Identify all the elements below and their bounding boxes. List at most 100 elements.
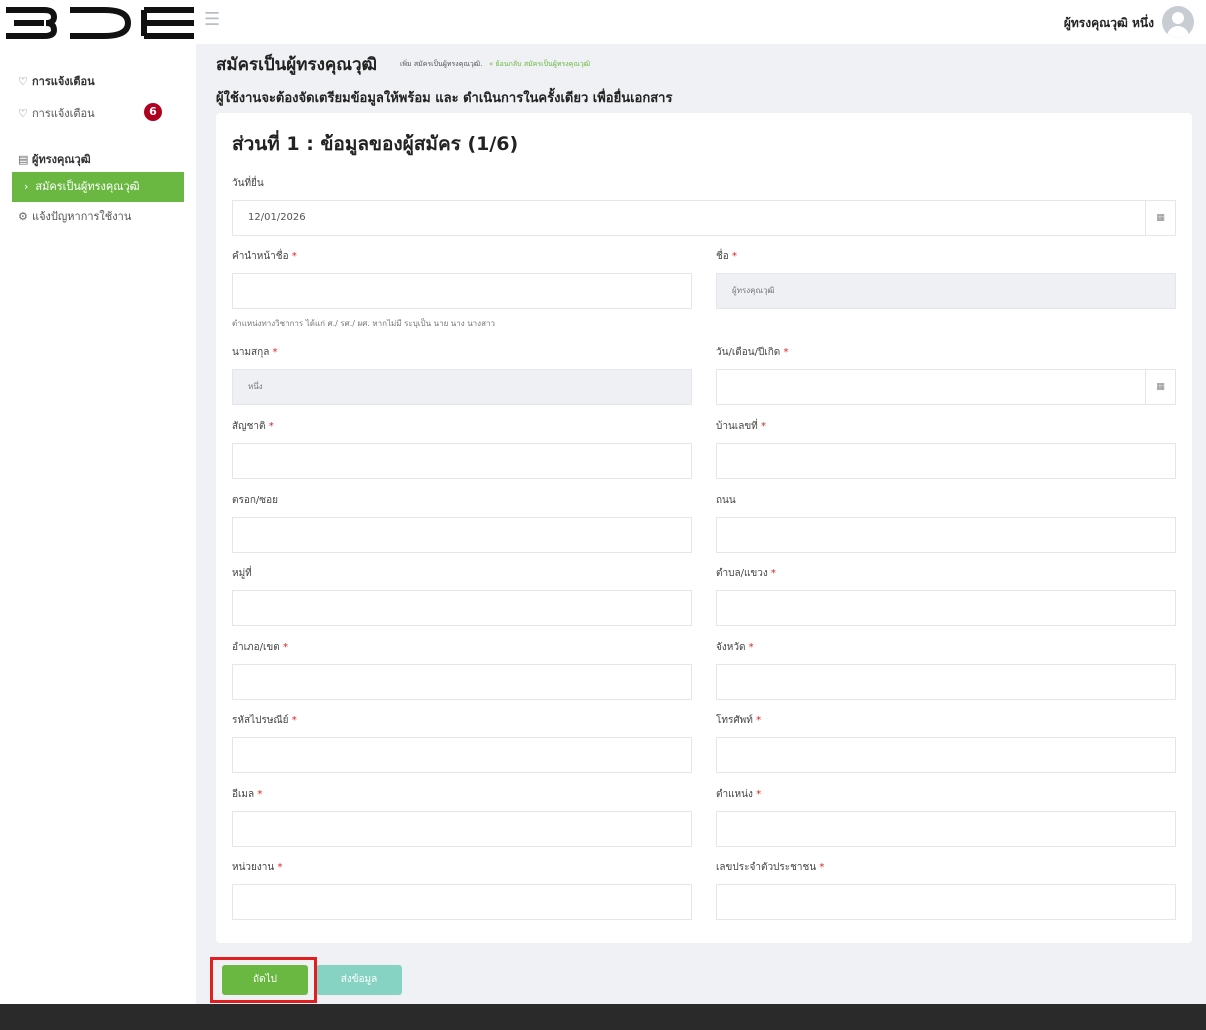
sidebar: ♡ การแจ้งเตือน ♡ การแจ้งเตือน 6 ▤ ผู้ทรงคุณ… xyxy=(0,44,196,1004)
field-label-text: โทรศัพท์ xyxy=(716,715,753,726)
sidebar-item-notifications[interactable]: ♡ การแจ้งเตือน xyxy=(18,104,95,122)
hamburger-icon[interactable]: ☰ xyxy=(204,10,220,30)
required-mark: * xyxy=(756,715,762,726)
field-label-text: คำนำหน้าชื่อ xyxy=(232,251,289,262)
alley-field[interactable] xyxy=(232,517,692,553)
organization-field[interactable] xyxy=(232,884,692,920)
field-label-text: จังหวัด xyxy=(716,642,746,653)
district-field[interactable] xyxy=(232,664,692,700)
required-mark: * xyxy=(731,251,737,262)
field-label-text: วัน/เดือน/ปีเกิด xyxy=(716,347,781,358)
document-icon: ▤ xyxy=(18,153,29,166)
field-label-text: อีเมล xyxy=(232,789,255,800)
top-bar: ☰ ผู้ทรงคุณวุฒิ หนึ่ง xyxy=(0,0,1206,44)
page-subtitle: ผู้ใช้งานจะต้องจัดเตรียมข้อมูลให้พร้อม แ… xyxy=(216,91,673,106)
required-mark: * xyxy=(291,251,297,262)
required-mark: * xyxy=(819,862,825,873)
sidebar-item-report-problem[interactable]: ⚙ แจ้งปัญหาการใช้งาน xyxy=(18,207,131,225)
citizen-id-label: เลขประจำตัวประชาชน * xyxy=(716,860,824,875)
required-mark: * xyxy=(291,715,297,726)
first-name-label: ชื่อ * xyxy=(716,249,737,264)
submit-date-label: วันที่ยื่น xyxy=(232,176,264,191)
field-label-text: วันที่ยื่น xyxy=(232,178,264,189)
nationality-label: สัญชาติ * xyxy=(232,419,274,434)
postal-code-field[interactable] xyxy=(232,737,692,773)
position-label: ตำแหน่ง * xyxy=(716,787,761,802)
gear-icon: ⚙ xyxy=(18,210,28,223)
sidebar-item-label: การแจ้งเตือน xyxy=(32,107,95,120)
sidebar-item-label: แจ้งปัญหาการใช้งาน xyxy=(32,210,132,223)
sidebar-item-label: สมัครเป็นผู้ทรงคุณวุฒิ xyxy=(35,180,140,193)
field-label-text: นามสกุล xyxy=(232,347,270,358)
avatar-body xyxy=(1167,26,1189,38)
bell-icon: ♡ xyxy=(18,107,28,120)
page-title: สมัครเป็นผู้ทรงคุณวุฒิ xyxy=(216,55,377,75)
avatar-head xyxy=(1172,12,1184,24)
field-label-text: หน่วยงาน xyxy=(232,862,275,873)
village-no-field[interactable] xyxy=(232,590,692,626)
submit-button[interactable]: ส่งข้อมูล xyxy=(316,965,402,995)
calendar-icon[interactable]: ▦ xyxy=(1145,370,1175,404)
sidebar-section-notifications: ♡ การแจ้งเตือน xyxy=(18,72,95,90)
required-mark: * xyxy=(268,421,274,432)
form-card: ส่วนที่ 1 : ข้อมูลของผู้สมัคร (1/6) วันท… xyxy=(216,113,1192,943)
breadcrumb: เพิ่ม สมัครเป็นผู้ทรงคุณวุฒิ. « ย้อนกลับ… xyxy=(400,59,590,70)
field-label-text: ตรอก/ซอย xyxy=(232,495,278,506)
province-field[interactable] xyxy=(716,664,1176,700)
prefix-hint: ตำแหน่งทางวิชาการ ได้แก่ ศ./ รศ./ ผศ. หา… xyxy=(232,319,495,328)
highlight-box xyxy=(210,957,317,1003)
field-label-text: ตำแหน่ง xyxy=(716,789,753,800)
subdistrict-field[interactable] xyxy=(716,590,1176,626)
field-value: หนึ่ง xyxy=(248,382,263,391)
district-label: อำเภอ/เขต * xyxy=(232,640,288,655)
phone-field[interactable] xyxy=(716,737,1176,773)
field-label-text: บ้านเลขที่ xyxy=(716,421,758,432)
prefix-label: คำนำหน้าชื่อ * xyxy=(232,249,297,264)
submit-date-field[interactable]: 12/01/2026 ▦ xyxy=(232,200,1176,236)
email-field[interactable] xyxy=(232,811,692,847)
sidebar-item-apply-expert[interactable]: › สมัครเป็นผู้ทรงคุณวุฒิ xyxy=(12,172,184,202)
birth-date-field[interactable]: ▦ xyxy=(716,369,1176,405)
field-label-text: เลขประจำตัวประชาชน xyxy=(716,862,817,873)
sidebar-section-experts: ▤ ผู้ทรงคุณวุฒิ xyxy=(18,150,91,168)
birth-date-label: วัน/เดือน/ปีเกิด * xyxy=(716,345,788,360)
field-label-text: ถนน xyxy=(716,495,736,506)
prefix-field[interactable] xyxy=(232,273,692,309)
first-name-field[interactable]: ผู้ทรงคุณวุฒิ xyxy=(716,273,1176,309)
sidebar-section-label: การแจ้งเตือน xyxy=(32,75,95,88)
required-mark: * xyxy=(257,789,263,800)
required-mark: * xyxy=(277,862,283,873)
field-label-text: หมู่ที่ xyxy=(232,568,252,579)
field-label-text: ชื่อ xyxy=(716,251,729,262)
section-title: ส่วนที่ 1 : ข้อมูลของผู้สมัคร (1/6) xyxy=(232,133,519,155)
position-field[interactable] xyxy=(716,811,1176,847)
required-mark: * xyxy=(756,789,762,800)
road-field[interactable] xyxy=(716,517,1176,553)
last-name-label: นามสกุล * xyxy=(232,345,278,360)
breadcrumb-current: เพิ่ม สมัครเป็นผู้ทรงคุณวุฒิ. xyxy=(400,60,483,68)
user-avatar-icon[interactable] xyxy=(1162,6,1194,38)
field-label-text: รหัสไปรษณีย์ xyxy=(232,715,289,726)
sidebar-section-label: ผู้ทรงคุณวุฒิ xyxy=(32,153,91,166)
house-no-label: บ้านเลขที่ * xyxy=(716,419,766,434)
house-no-field[interactable] xyxy=(716,443,1176,479)
last-name-field[interactable]: หนึ่ง xyxy=(232,369,692,405)
nationality-field[interactable] xyxy=(232,443,692,479)
required-mark: * xyxy=(272,347,278,358)
phone-label: โทรศัพท์ * xyxy=(716,713,761,728)
breadcrumb-back-link[interactable]: « ย้อนกลับ สมัครเป็นผู้ทรงคุณวุฒิ xyxy=(489,60,590,68)
postal-code-label: รหัสไปรษณีย์ * xyxy=(232,713,297,728)
required-mark: * xyxy=(748,642,754,653)
village-no-label: หมู่ที่ xyxy=(232,566,252,581)
footer xyxy=(0,1004,1206,1030)
citizen-id-field[interactable] xyxy=(716,884,1176,920)
email-label: อีเมล * xyxy=(232,787,262,802)
calendar-icon[interactable]: ▦ xyxy=(1145,201,1175,235)
notification-count-badge: 6 xyxy=(144,103,162,121)
required-mark: * xyxy=(783,347,789,358)
alley-label: ตรอก/ซอย xyxy=(232,493,278,508)
required-mark: * xyxy=(282,642,288,653)
user-name[interactable]: ผู้ทรงคุณวุฒิ หนึ่ง xyxy=(1064,14,1154,33)
subdistrict-label: ตำบล/แขวง * xyxy=(716,566,776,581)
field-label-text: ตำบล/แขวง xyxy=(716,568,768,579)
